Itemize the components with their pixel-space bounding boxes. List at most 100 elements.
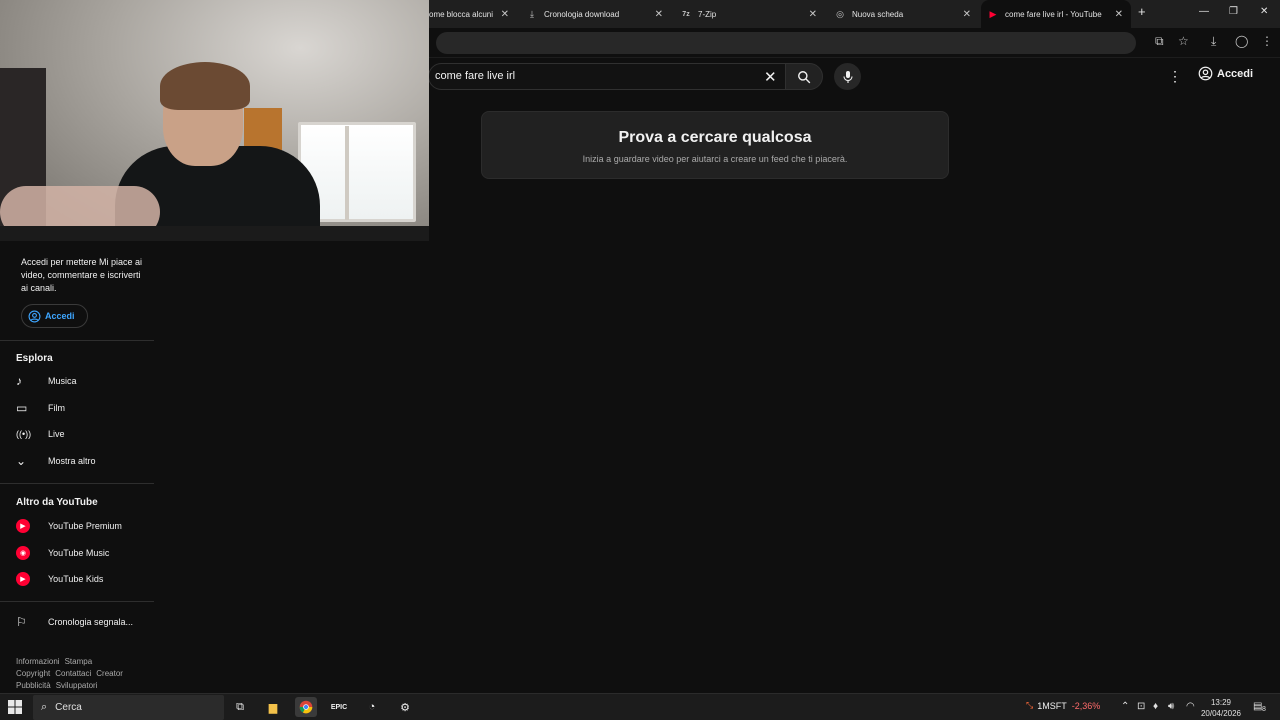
bookmark-star-icon[interactable]: ☆ — [1178, 34, 1189, 48]
search-button[interactable] — [785, 63, 823, 90]
taskbar-clock[interactable]: 13:29 20/04/2026 — [1196, 697, 1246, 719]
clock-date: 20/04/2026 — [1200, 709, 1242, 718]
more-from-youtube-title: Altro da YouTube — [16, 497, 98, 508]
download-icon: ⤓ — [530, 8, 534, 19]
search-icon — [798, 70, 811, 83]
tab-title: 7-Zip — [698, 9, 717, 19]
close-window-button[interactable]: ✕ — [1260, 6, 1268, 17]
clear-search-icon[interactable]: ✕ — [764, 68, 777, 86]
microphone-icon[interactable]: ♦ — [1153, 701, 1158, 712]
settings-menu-icon[interactable]: ⋮ — [1168, 68, 1182, 85]
tab-youtube-active[interactable]: ▶ come fare live irl - YouTube ✕ — [981, 0, 1131, 28]
live-icon: ((•)) — [16, 429, 32, 439]
sidebar-item-youtube-kids[interactable]: ▶ YouTube Kids — [0, 567, 154, 591]
search-input[interactable]: come fare live irl — [435, 70, 515, 82]
chrome-icon — [299, 700, 313, 714]
wifi-icon[interactable]: ◠ — [1186, 701, 1195, 712]
tab-title: Cronologia download — [544, 9, 620, 19]
signin-label: Accedi — [1217, 67, 1254, 80]
sidebar-item-label: YouTube Kids — [48, 574, 104, 584]
sidebar-item-youtube-premium[interactable]: ▶ YouTube Premium — [0, 514, 154, 538]
sidebar-item-live[interactable]: ((•)) Live — [0, 422, 154, 446]
tray-overflow-chevron-icon[interactable]: ⌃ — [1121, 701, 1129, 712]
youtube-premium-icon: ▶ — [16, 519, 30, 533]
stock-change: -2,36% — [1071, 700, 1101, 711]
chrome-taskbar-icon[interactable] — [295, 697, 317, 717]
taskbar-search-placeholder: Cerca — [55, 702, 82, 713]
file-explorer-icon[interactable]: ▆ — [262, 697, 284, 717]
profile-icon[interactable]: ◯ — [1235, 34, 1248, 48]
account-circle-icon — [28, 310, 41, 322]
sidebar-item-mostra-altro[interactable]: ⌄ Mostra altro — [0, 449, 154, 473]
maximize-button[interactable]: ❐ — [1229, 6, 1238, 17]
network-icon[interactable]: ⊡ — [1137, 701, 1145, 712]
new-tab-button[interactable]: + — [1138, 4, 1146, 19]
tab-7zip[interactable]: 7z 7-Zip ✕ — [671, 0, 825, 28]
footer-link[interactable]: Sviluppatori — [56, 681, 98, 690]
search-icon: ⌕ — [41, 701, 48, 713]
footer-link[interactable]: Copyright — [16, 669, 50, 678]
sidebar-item-musica[interactable]: ♪ Musica — [0, 369, 154, 393]
footer-link[interactable]: Pubblicità — [16, 681, 51, 690]
minimize-button[interactable]: — — [1199, 6, 1209, 17]
header-signin-button[interactable]: Accedi — [1198, 66, 1253, 81]
webcam-person-hair — [160, 62, 250, 110]
sidebar-item-film[interactable]: ▭ Film — [0, 396, 154, 420]
sidebar-signin-prompt: Accedi per mettere Mi piace ai video, co… — [21, 257, 143, 293]
close-tab-icon[interactable]: ✕ — [809, 9, 817, 20]
epic-games-icon[interactable]: EPIC — [328, 697, 350, 717]
sidebar-item-label: Mostra altro — [48, 456, 96, 466]
close-tab-icon[interactable]: ✕ — [963, 9, 971, 20]
stock-symbol: 1MSFT — [1037, 700, 1067, 711]
chrome-menu-icon[interactable]: ⋮ — [1261, 34, 1273, 48]
webcam-window-frame — [345, 126, 349, 220]
windows-start-icon[interactable] — [8, 700, 22, 714]
youtube-icon: ▶ — [989, 8, 997, 19]
sidebar-divider — [0, 483, 154, 484]
sidebar-item-label: Musica — [48, 376, 77, 386]
flag-icon: ⚐ — [16, 615, 27, 629]
film-icon: ▭ — [16, 401, 28, 415]
obs-icon[interactable]: ◔ — [361, 697, 383, 717]
voice-search-button[interactable] — [834, 63, 861, 90]
sidebar-item-youtube-music[interactable]: ◉ YouTube Music — [0, 541, 154, 565]
settings-gear-icon[interactable]: ⚙ — [394, 697, 416, 717]
search-box[interactable]: come fare live irl ✕ — [428, 63, 786, 90]
volume-icon[interactable]: 🔊︎ — [1168, 701, 1174, 712]
tab-title: ome blocca alcuni — [429, 9, 494, 19]
stock-widget[interactable]: ⤡ 1MSFT -2,36% — [1026, 700, 1100, 711]
webcam-overlay — [0, 0, 429, 241]
close-tab-icon[interactable]: ✕ — [1115, 9, 1123, 20]
7zip-icon: 7z — [682, 10, 690, 18]
downloads-icon[interactable]: ⤓ — [1211, 34, 1216, 49]
address-bar[interactable] — [436, 32, 1136, 54]
install-app-icon[interactable]: ⧉ — [1155, 34, 1164, 49]
footer-link[interactable]: Informazioni — [16, 657, 60, 666]
sidebar-item-report-history[interactable]: ⚐ Cronologia segnala... — [0, 610, 154, 634]
sidebar-footer-links: Informazioni Stampa Copyright Contattaci Cr… — [16, 656, 146, 692]
sidebar-item-label: YouTube Premium — [48, 521, 122, 531]
close-tab-icon[interactable]: ✕ — [655, 9, 663, 20]
tab-title: Nuova scheda — [852, 9, 904, 19]
sidebar-signin-button[interactable]: Accedi — [21, 304, 88, 328]
chrome-icon: ◎ — [836, 8, 844, 19]
youtube-music-icon: ◉ — [16, 546, 30, 560]
empty-feed-card: Prova a cercare qualcosa Inizia a guarda… — [481, 111, 949, 179]
footer-link[interactable]: Creator — [96, 669, 123, 678]
tab-nuova-scheda[interactable]: ◎ Nuova scheda ✕ — [825, 0, 979, 28]
taskbar-search-box[interactable]: ⌕ Cerca — [33, 695, 224, 720]
tab-title: come fare live irl - YouTube — [1005, 9, 1102, 19]
webcam-desk — [0, 226, 429, 241]
tab-blocca[interactable]: ome blocca alcuni ✕ — [429, 0, 517, 28]
tab-cronologia-download[interactable]: ⤓ Cronologia download ✕ — [517, 0, 671, 28]
task-view-icon[interactable]: ⧉ — [229, 697, 251, 717]
footer-link[interactable]: Stampa — [65, 657, 93, 666]
microphone-icon — [842, 70, 853, 83]
footer-link[interactable]: Contattaci — [55, 669, 91, 678]
close-tab-icon[interactable]: ✕ — [501, 9, 509, 20]
account-circle-icon — [1198, 66, 1213, 81]
sidebar-divider — [0, 340, 154, 341]
clock-time: 13:29 — [1210, 698, 1232, 707]
sidebar-item-label: Cronologia segnala... — [48, 617, 134, 627]
music-note-icon: ♪ — [16, 374, 22, 388]
